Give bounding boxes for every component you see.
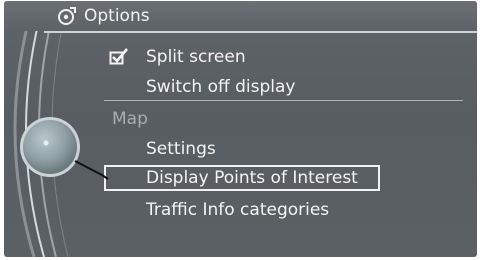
menu-item-display-points-of-interest[interactable]: Display Points of Interest	[146, 167, 358, 189]
menu-item-switch-off-display[interactable]: Switch off display	[146, 76, 296, 98]
menu-item-traffic-info-categories[interactable]: Traffic Info categories	[146, 199, 329, 221]
menu-item-settings[interactable]: Settings	[146, 138, 216, 160]
checkbox-checked-icon[interactable]	[109, 48, 129, 66]
idrive-screen: Options Split screen Switch off display …	[4, 1, 477, 257]
header-divider	[44, 31, 477, 33]
controller-knob-icon	[20, 117, 109, 180]
section-divider	[104, 100, 463, 101]
options-icon	[58, 7, 76, 25]
menu-item-split-screen[interactable]: Split screen	[146, 46, 246, 68]
page-title: Options	[84, 6, 150, 26]
